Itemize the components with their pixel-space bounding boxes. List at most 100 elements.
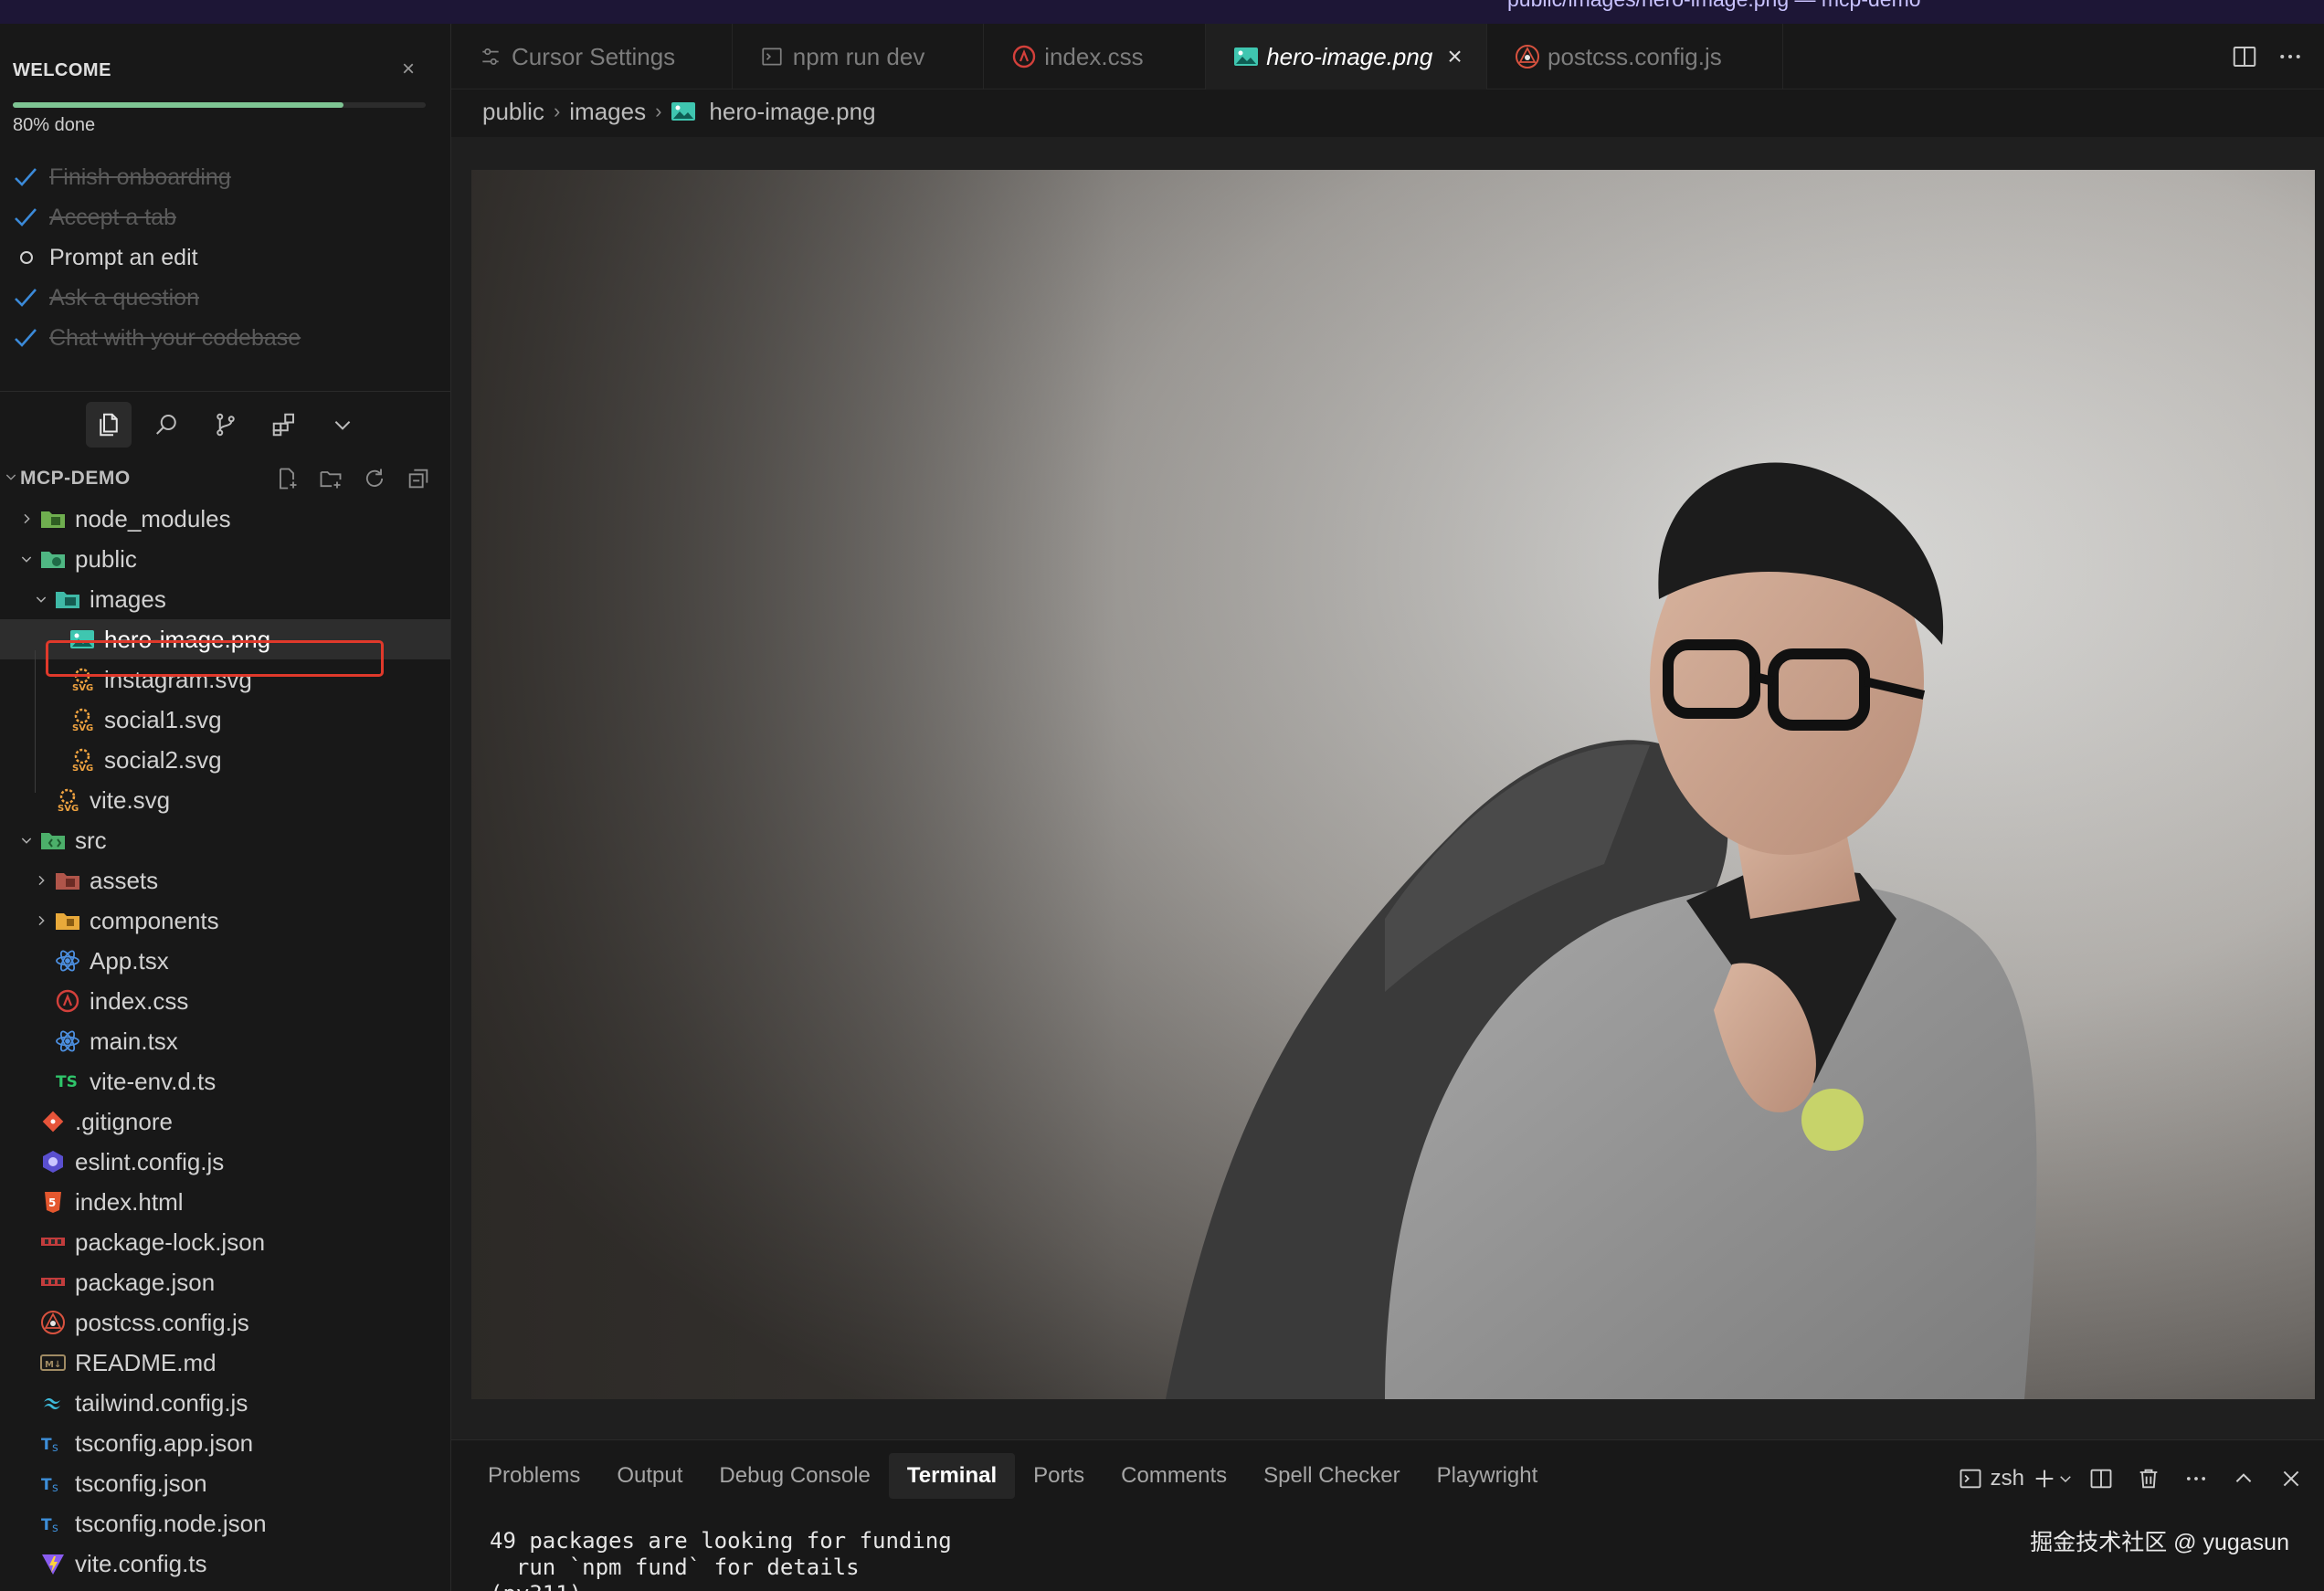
- breadcrumb-item-hero-image[interactable]: hero-image.png: [709, 98, 875, 126]
- onboarding-step[interactable]: Prompt an edit: [13, 237, 433, 278]
- collapse-all-button[interactable]: [396, 464, 440, 493]
- panel-tab[interactable]: Terminal: [888, 1453, 1016, 1499]
- new-file-icon: [280, 468, 297, 490]
- explorer-header[interactable]: MCP-DEMO: [0, 460, 450, 497]
- close-tab-button[interactable]: ×: [1447, 42, 1462, 71]
- chevron-down-icon: [13, 552, 40, 566]
- more-views-button[interactable]: [320, 402, 365, 448]
- file-tree: node_modules public images hero-image.png SV…: [0, 499, 450, 1584]
- tree-item[interactable]: package.json: [0, 1262, 450, 1302]
- search-view-button[interactable]: [144, 402, 190, 448]
- split-terminal-button[interactable]: [2081, 1460, 2121, 1497]
- terminal-line: (py311): [490, 1581, 952, 1591]
- onboarding-step-label: Chat with your codebase: [49, 324, 301, 351]
- svg-text:s: s: [52, 1522, 58, 1534]
- terminal-line: run `npm fund` for details: [490, 1554, 860, 1580]
- tree-item[interactable]: SVG vite.svg: [0, 780, 450, 820]
- panel-more-button[interactable]: [2176, 1460, 2216, 1497]
- breadcrumb-item-images[interactable]: images: [569, 98, 646, 126]
- terminal-shell-selector[interactable]: zsh: [1958, 1460, 2024, 1497]
- tsconfig-file-icon: Ts: [40, 1432, 75, 1454]
- tree-item[interactable]: App.tsx: [0, 941, 450, 981]
- chevron-down-icon: [2060, 1476, 2071, 1483]
- svg-text:T: T: [41, 1476, 52, 1494]
- onboarding-step-label: Ask a question: [49, 284, 199, 311]
- onboarding-step[interactable]: Accept a tab: [13, 197, 433, 237]
- explorer-view-button[interactable]: [86, 402, 132, 448]
- source-control-view-button[interactable]: [203, 402, 248, 448]
- breadcrumb-separator: ›: [553, 100, 561, 122]
- welcome-close-button[interactable]: ×: [402, 57, 415, 82]
- hero-image-preview: [471, 170, 2315, 1399]
- tree-item[interactable]: hero-image.png: [0, 619, 450, 659]
- split-editor-button[interactable]: [2222, 40, 2267, 73]
- tree-item[interactable]: TS vite-env.d.ts: [0, 1061, 450, 1101]
- editor-tab[interactable]: postcss.config.js: [1487, 24, 1783, 90]
- close-panel-button[interactable]: [2271, 1460, 2311, 1497]
- tree-item[interactable]: .gitignore: [0, 1101, 450, 1142]
- panel-tabs: Problems Output Debug Console Terminal Ports…: [470, 1453, 1556, 1499]
- svg-text:SVG: SVG: [72, 683, 93, 692]
- extensions-view-button[interactable]: [261, 402, 307, 448]
- breadcrumb-item-public[interactable]: public: [482, 98, 544, 126]
- new-file-button[interactable]: [265, 464, 309, 493]
- editor-tab[interactable]: npm run dev: [733, 24, 985, 90]
- tree-item[interactable]: assets: [0, 860, 450, 901]
- tree-item[interactable]: vite.config.ts: [0, 1544, 450, 1584]
- onboarding-step[interactable]: Chat with your codebase: [13, 318, 433, 358]
- tree-item[interactable]: package-lock.json: [0, 1222, 450, 1262]
- editor-tab[interactable]: index.css: [984, 24, 1207, 90]
- tree-item[interactable]: Ts tsconfig.json: [0, 1463, 450, 1503]
- tree-item[interactable]: SVG instagram.svg: [0, 659, 450, 700]
- editor-tab[interactable]: Cursor Settings: [451, 24, 733, 90]
- tree-item[interactable]: images: [0, 579, 450, 619]
- new-folder-button[interactable]: [309, 464, 353, 493]
- onboarding-step[interactable]: Ask a question: [13, 278, 433, 318]
- panel-tab[interactable]: Debug Console: [701, 1453, 888, 1499]
- tree-item[interactable]: main.tsx: [0, 1021, 450, 1061]
- tree-item[interactable]: eslint.config.js: [0, 1142, 450, 1182]
- postcss-file-icon: [40, 1310, 75, 1335]
- panel-tab[interactable]: Spell Checker: [1245, 1453, 1418, 1499]
- panel-tab[interactable]: Output: [598, 1453, 701, 1499]
- kill-terminal-button[interactable]: [2129, 1460, 2169, 1497]
- tree-item[interactable]: public: [0, 539, 450, 579]
- svg-text:SVG: SVG: [72, 764, 93, 773]
- tree-item[interactable]: 5 index.html: [0, 1182, 450, 1222]
- tsconfig-file-icon: Ts: [40, 1512, 75, 1534]
- panel-tab[interactable]: Ports: [1015, 1453, 1103, 1499]
- tree-item[interactable]: Ts tsconfig.node.json: [0, 1503, 450, 1544]
- tree-item[interactable]: SVG social2.svg: [0, 740, 450, 780]
- tree-item[interactable]: index.css: [0, 981, 450, 1021]
- panel-tab[interactable]: Problems: [470, 1453, 598, 1499]
- svg-file-icon: SVG: [69, 707, 104, 732]
- new-terminal-button[interactable]: [2032, 1460, 2074, 1497]
- maximize-panel-button[interactable]: [2224, 1460, 2264, 1497]
- tree-item[interactable]: postcss.config.js: [0, 1302, 450, 1343]
- tailwind-file-icon: [40, 1394, 75, 1412]
- refresh-explorer-button[interactable]: [353, 464, 396, 493]
- svg-text:s: s: [52, 1481, 58, 1494]
- more-actions-icon: [2280, 55, 2300, 58]
- panel-tab[interactable]: Comments: [1103, 1453, 1245, 1499]
- tree-item[interactable]: Ts tsconfig.app.json: [0, 1423, 450, 1463]
- editor-tab[interactable]: hero-image.png ×: [1206, 24, 1487, 90]
- tree-item[interactable]: components: [0, 901, 450, 941]
- svg-text:SVG: SVG: [58, 804, 79, 813]
- git-file-icon: [40, 1109, 75, 1134]
- tree-item[interactable]: tailwind.config.js: [0, 1383, 450, 1423]
- tree-item-label: package-lock.json: [75, 1228, 266, 1256]
- tree-item[interactable]: node_modules: [0, 499, 450, 539]
- tree-item-label: README.md: [75, 1349, 217, 1376]
- tree-item[interactable]: M↓ README.md: [0, 1343, 450, 1383]
- public-folder-icon: [40, 548, 75, 570]
- tree-item[interactable]: src: [0, 820, 450, 860]
- onboarding-step[interactable]: Finish onboarding: [13, 157, 433, 197]
- more-actions-button[interactable]: [2267, 40, 2313, 73]
- terminal-output[interactable]: 49 packages are looking for funding run …: [490, 1528, 952, 1591]
- panel-tab[interactable]: Playwright: [1419, 1453, 1557, 1499]
- image-file-icon: [671, 101, 696, 121]
- tree-item[interactable]: SVG social1.svg: [0, 700, 450, 740]
- check-icon: [13, 206, 49, 228]
- extensions-icon: [272, 413, 294, 437]
